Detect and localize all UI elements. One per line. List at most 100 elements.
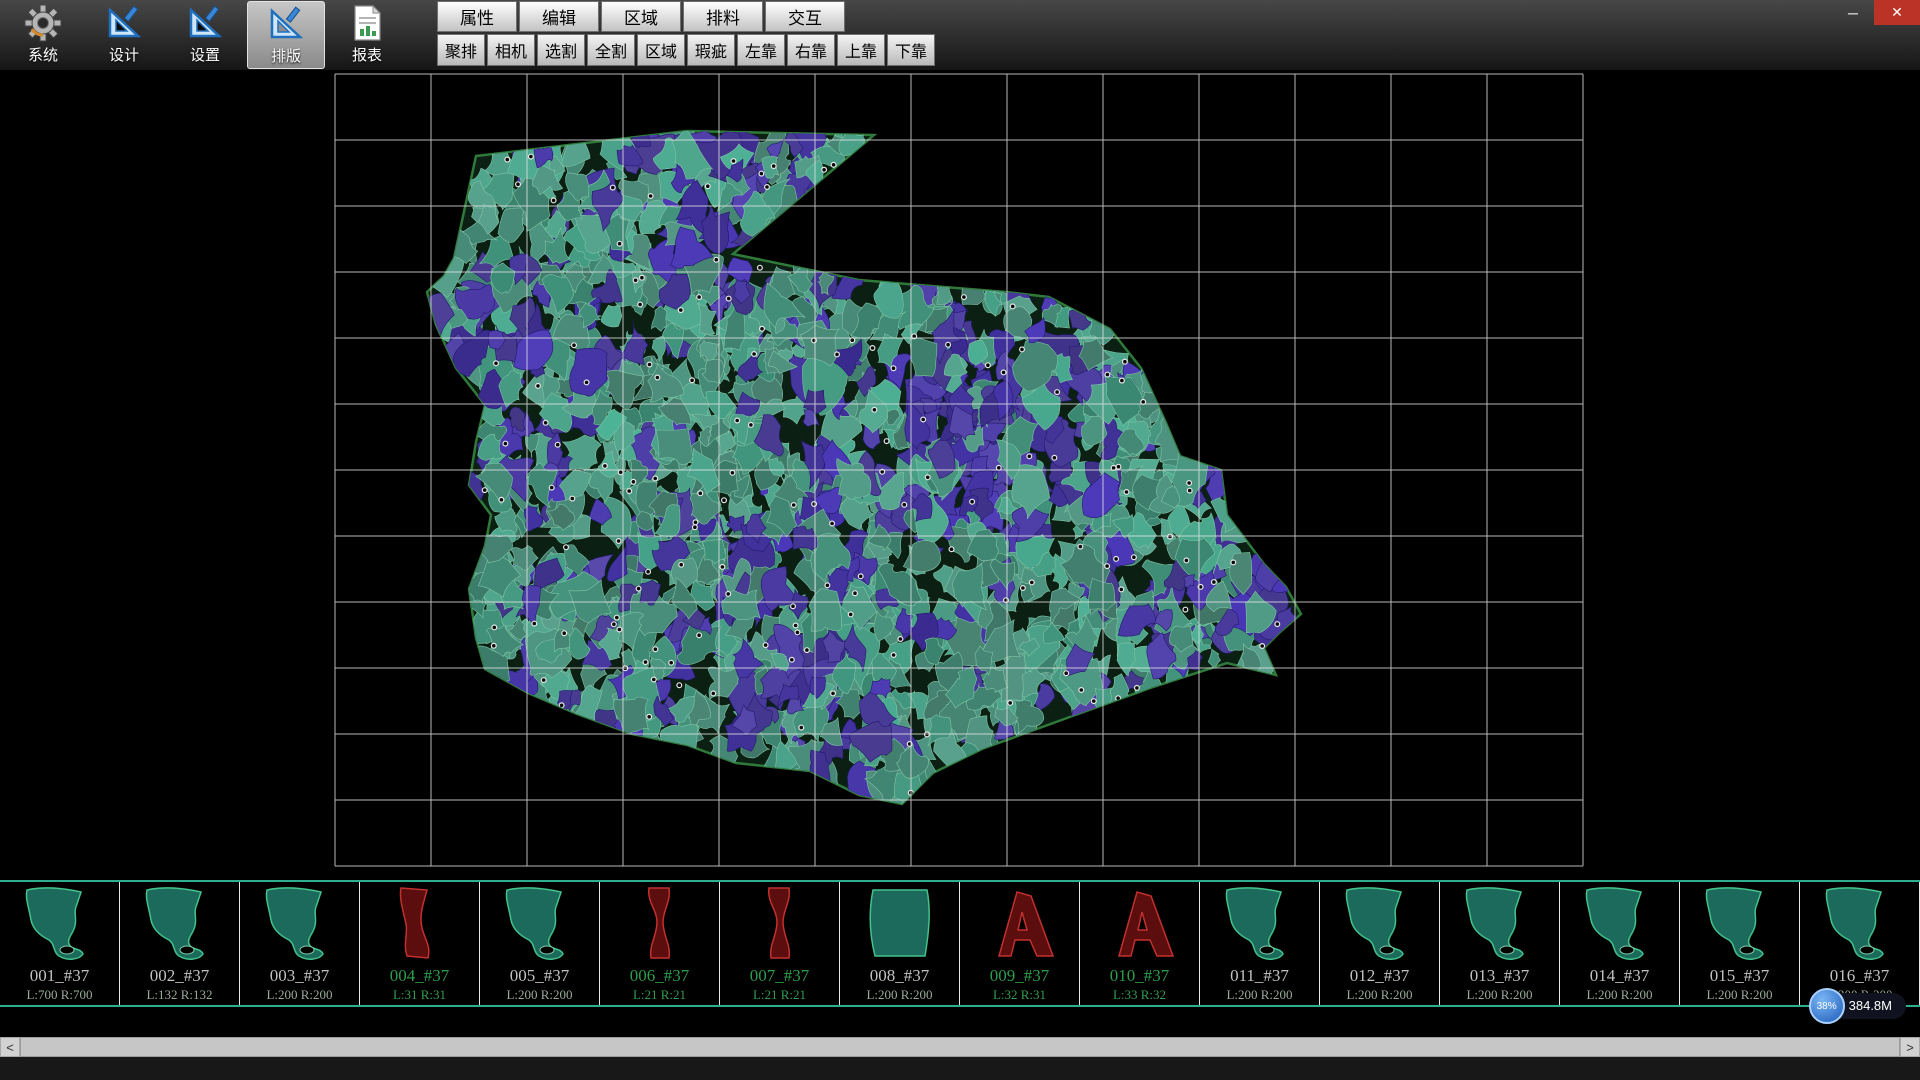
scrollbar-track[interactable] [20, 1037, 1900, 1057]
ribbon: 系统 设计 设置 [0, 0, 1920, 70]
status-badge: 38% 384.8M [1809, 988, 1906, 1024]
launcher-design[interactable]: 设计 [85, 1, 163, 69]
launcher-label: 设计 [109, 44, 139, 65]
piece-thumbnail [1805, 883, 1915, 965]
piece-sizes: L:200 R:200 [1466, 986, 1532, 1003]
piece-sizes: L:200 R:200 [1346, 986, 1412, 1003]
launcher-settings[interactable]: 设置 [166, 1, 244, 69]
launcher-system[interactable]: 系统 [4, 1, 82, 69]
piece-id: 008_#37 [870, 965, 930, 986]
piece-id: 015_#37 [1710, 965, 1770, 986]
piece-sizes: L:32 R:31 [993, 986, 1046, 1003]
tab-interaction[interactable]: 交互 [765, 1, 845, 32]
piece-sizes: L:33 R:32 [1113, 986, 1166, 1003]
tray-piece[interactable]: 006_#37L:21 R:21 [600, 882, 720, 1005]
piece-id: 004_#37 [390, 965, 450, 986]
tray-piece[interactable]: 003_#37L:200 R:200 [240, 882, 360, 1005]
tab-nesting[interactable]: 排料 [683, 1, 763, 32]
piece-id: 009_#37 [990, 965, 1050, 986]
tool-camera[interactable]: 相机 [487, 34, 535, 66]
bottom-strip [0, 1057, 1920, 1080]
launcher-report[interactable]: 报表 [328, 1, 406, 69]
window-controls: ─ ✕ [1832, 0, 1920, 25]
tray-piece[interactable]: 007_#37L:21 R:21 [720, 882, 840, 1005]
tool-select-cut[interactable]: 选割 [537, 34, 585, 66]
application-window: 系统 设计 设置 [0, 0, 1920, 1080]
horizontal-scrollbar: < > [0, 1037, 1920, 1057]
tool-align-bottom[interactable]: 下靠 [887, 34, 935, 66]
tray-piece[interactable]: 015_#37L:200 R:200 [1680, 882, 1800, 1005]
tool-align-top[interactable]: 上靠 [837, 34, 885, 66]
piece-thumbnail [1205, 883, 1315, 965]
tray-piece[interactable]: 004_#37L:31 R:31 [360, 882, 480, 1005]
launcher-label: 设置 [190, 44, 220, 65]
nesting-canvas[interactable] [0, 70, 1920, 880]
piece-id: 002_#37 [150, 965, 210, 986]
close-button[interactable]: ✕ [1874, 0, 1920, 25]
piece-thumbnail [1445, 883, 1555, 965]
tray-piece[interactable]: 010_#37L:33 R:32 [1080, 882, 1200, 1005]
piece-sizes: L:31 R:31 [393, 986, 446, 1003]
piece-thumbnail [485, 883, 595, 965]
scroll-right-button[interactable]: > [1900, 1037, 1920, 1057]
tray-piece[interactable]: 012_#37L:200 R:200 [1320, 882, 1440, 1005]
tab-region[interactable]: 区域 [601, 1, 681, 32]
minimize-button[interactable]: ─ [1832, 0, 1874, 25]
piece-thumbnail [1325, 883, 1435, 965]
piece-id: 016_#37 [1830, 965, 1890, 986]
piece-id: 010_#37 [1110, 965, 1170, 986]
piece-id: 007_#37 [750, 965, 810, 986]
tool-align-left[interactable]: 左靠 [737, 34, 785, 66]
piece-id: 006_#37 [630, 965, 690, 986]
tray-piece[interactable]: 005_#37L:200 R:200 [480, 882, 600, 1005]
piece-thumbnail [965, 883, 1075, 965]
tool-align-right[interactable]: 右靠 [787, 34, 835, 66]
launcher-nesting[interactable]: 排版 [247, 1, 325, 69]
tab-edit[interactable]: 编辑 [519, 1, 599, 32]
launcher-label: 排版 [271, 45, 301, 66]
tab-properties[interactable]: 属性 [437, 1, 517, 32]
piece-thumbnail [365, 883, 475, 965]
tool-cut-all[interactable]: 全割 [587, 34, 635, 66]
piece-thumbnail [845, 883, 955, 965]
tool-buttons: 聚排 相机 选割 全割 区域 瑕疵 左靠 右靠 上靠 下靠 [437, 33, 937, 68]
tool-cluster-nest[interactable]: 聚排 [437, 34, 485, 66]
tray-piece[interactable]: 011_#37L:200 R:200 [1200, 882, 1320, 1005]
piece-sizes: L:200 R:200 [1706, 986, 1772, 1003]
piece-sizes: L:21 R:21 [633, 986, 686, 1003]
tray-piece[interactable]: 008_#37L:200 R:200 [840, 882, 960, 1005]
ribbon-menu: 属性 编辑 区域 排料 交互 聚排 相机 选割 全割 区域 瑕疵 左靠 右靠 上… [437, 0, 937, 70]
piece-thumbnail [245, 883, 355, 965]
tray-piece[interactable]: 016_#37L:200 R:200 [1800, 882, 1920, 1005]
nesting-scene [0, 70, 1920, 880]
piece-sizes: L:200 R:200 [1226, 986, 1292, 1003]
tray-piece[interactable]: 009_#37L:32 R:31 [960, 882, 1080, 1005]
tool-defect[interactable]: 瑕疵 [687, 34, 735, 66]
piece-thumbnail [605, 883, 715, 965]
tray-piece[interactable]: 001_#37L:700 R:700 [0, 882, 120, 1005]
launcher-label: 系统 [28, 44, 58, 65]
scroll-left-button[interactable]: < [0, 1037, 20, 1057]
piece-sizes: L:21 R:21 [753, 986, 806, 1003]
report-document-icon [347, 3, 387, 43]
piece-sizes: L:700 R:700 [26, 986, 92, 1003]
piece-id: 001_#37 [30, 965, 90, 986]
piece-id: 014_#37 [1590, 965, 1650, 986]
launcher-bar: 系统 设计 设置 [0, 0, 413, 70]
scrollbar-thumb[interactable] [20, 1037, 1900, 1057]
tray-piece[interactable]: 014_#37L:200 R:200 [1560, 882, 1680, 1005]
piece-thumbnail [5, 883, 115, 965]
pieces-tray: 001_#37L:700 R:700002_#37L:132 R:132003_… [0, 880, 1920, 1007]
nested-pieces [412, 111, 1298, 822]
piece-sizes: L:200 R:200 [1586, 986, 1652, 1003]
piece-sizes: L:132 R:132 [146, 986, 212, 1003]
tray-piece[interactable]: 002_#37L:132 R:132 [120, 882, 240, 1005]
set-square-icon [104, 3, 144, 43]
tray-piece[interactable]: 013_#37L:200 R:200 [1440, 882, 1560, 1005]
piece-thumbnail [1685, 883, 1795, 965]
piece-id: 005_#37 [510, 965, 570, 986]
piece-sizes: L:200 R:200 [866, 986, 932, 1003]
piece-id: 013_#37 [1470, 965, 1530, 986]
tool-zone[interactable]: 区域 [637, 34, 685, 66]
piece-id: 012_#37 [1350, 965, 1410, 986]
